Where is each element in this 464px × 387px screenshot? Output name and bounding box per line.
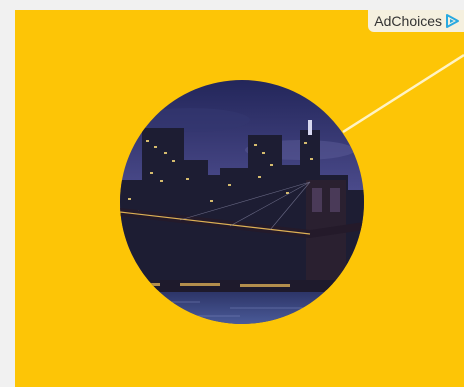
adchoices-triangle-icon — [446, 14, 459, 28]
adchoices-label: AdChoices — [374, 13, 442, 29]
city-skyline-image — [120, 80, 364, 324]
adchoices-button[interactable]: AdChoices — [368, 10, 464, 32]
ad-panel[interactable]: AdChoices — [15, 10, 464, 387]
